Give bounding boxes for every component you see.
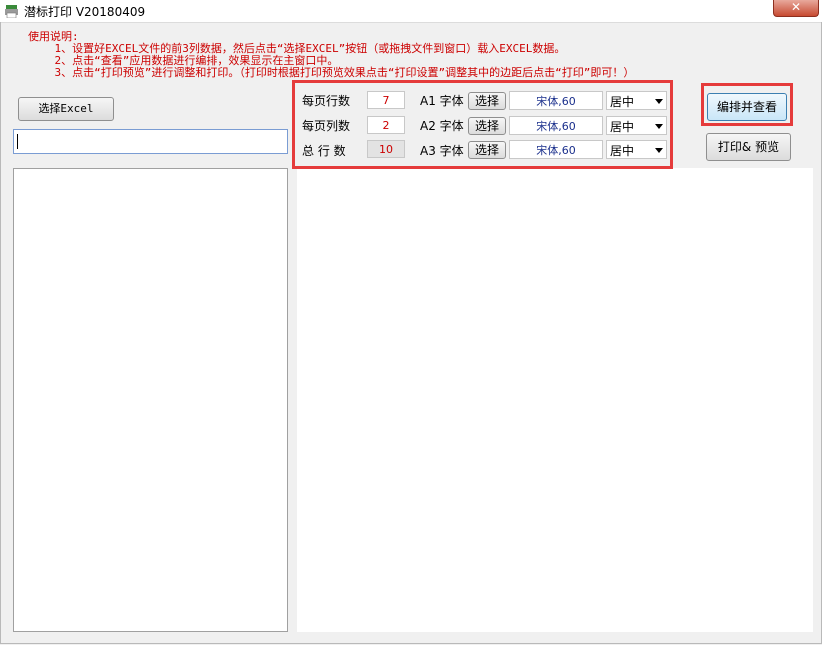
a3-align-select[interactable]: 居中 <box>606 140 667 159</box>
instructions-line-3: 3、点击“打印预览”进行调整和打印。（打印时根据打印预览效果点击“打印设置”调整… <box>54 66 635 79</box>
a1-font-select-button[interactable]: 选择 <box>468 92 506 110</box>
app-icon <box>5 5 18 18</box>
rows-per-page-field[interactable]: 7 <box>367 91 405 109</box>
chevron-down-icon <box>655 124 663 129</box>
title-bar: 潜标打印 V20180409 ✕ <box>0 0 822 23</box>
settings-group: 每页行数 7 每页列数 2 总 行 数 10 A1 字体 选择 宋体,60 居中… <box>292 80 673 169</box>
a1-font-label: A1 字体 <box>420 94 464 108</box>
compose-view-button[interactable]: 编排并查看 <box>707 93 787 121</box>
rows-per-page-label: 每页行数 <box>302 94 351 108</box>
a2-font-label: A2 字体 <box>420 119 464 133</box>
print-preview-button[interactable]: 打印& 预览 <box>706 133 791 161</box>
text-caret <box>17 134 18 149</box>
window-title: 潜标打印 V20180409 <box>24 5 146 19</box>
a3-font-select-button[interactable]: 选择 <box>468 141 506 159</box>
preview-panel[interactable] <box>297 168 813 632</box>
cols-per-page-field[interactable]: 2 <box>367 116 405 134</box>
close-button[interactable]: ✕ <box>773 0 819 17</box>
a2-align-select[interactable]: 居中 <box>606 116 667 135</box>
chevron-down-icon <box>655 148 663 153</box>
data-list-panel[interactable] <box>13 168 288 632</box>
cols-per-page-label: 每页列数 <box>302 119 351 133</box>
a3-font-field[interactable]: 宋体,60 <box>509 140 603 159</box>
a1-align-select[interactable]: 居中 <box>606 91 667 110</box>
select-excel-button[interactable]: 选择Excel <box>18 97 114 121</box>
chevron-down-icon <box>655 99 663 104</box>
file-path-input[interactable] <box>13 129 288 154</box>
a2-align-value: 居中 <box>610 120 635 134</box>
instructions: 使用说明: 1、设置好EXCEL文件的前3列数据，然后点击“选择EXCEL”按钮… <box>28 31 634 79</box>
total-rows-field: 10 <box>367 140 405 158</box>
a3-font-label: A3 字体 <box>420 144 464 158</box>
a3-align-value: 居中 <box>610 144 635 158</box>
a2-font-field[interactable]: 宋体,60 <box>509 116 603 135</box>
a2-font-select-button[interactable]: 选择 <box>468 117 506 135</box>
a1-align-value: 居中 <box>610 95 635 109</box>
a1-font-field[interactable]: 宋体,60 <box>509 91 603 110</box>
total-rows-label: 总 行 数 <box>302 144 346 158</box>
